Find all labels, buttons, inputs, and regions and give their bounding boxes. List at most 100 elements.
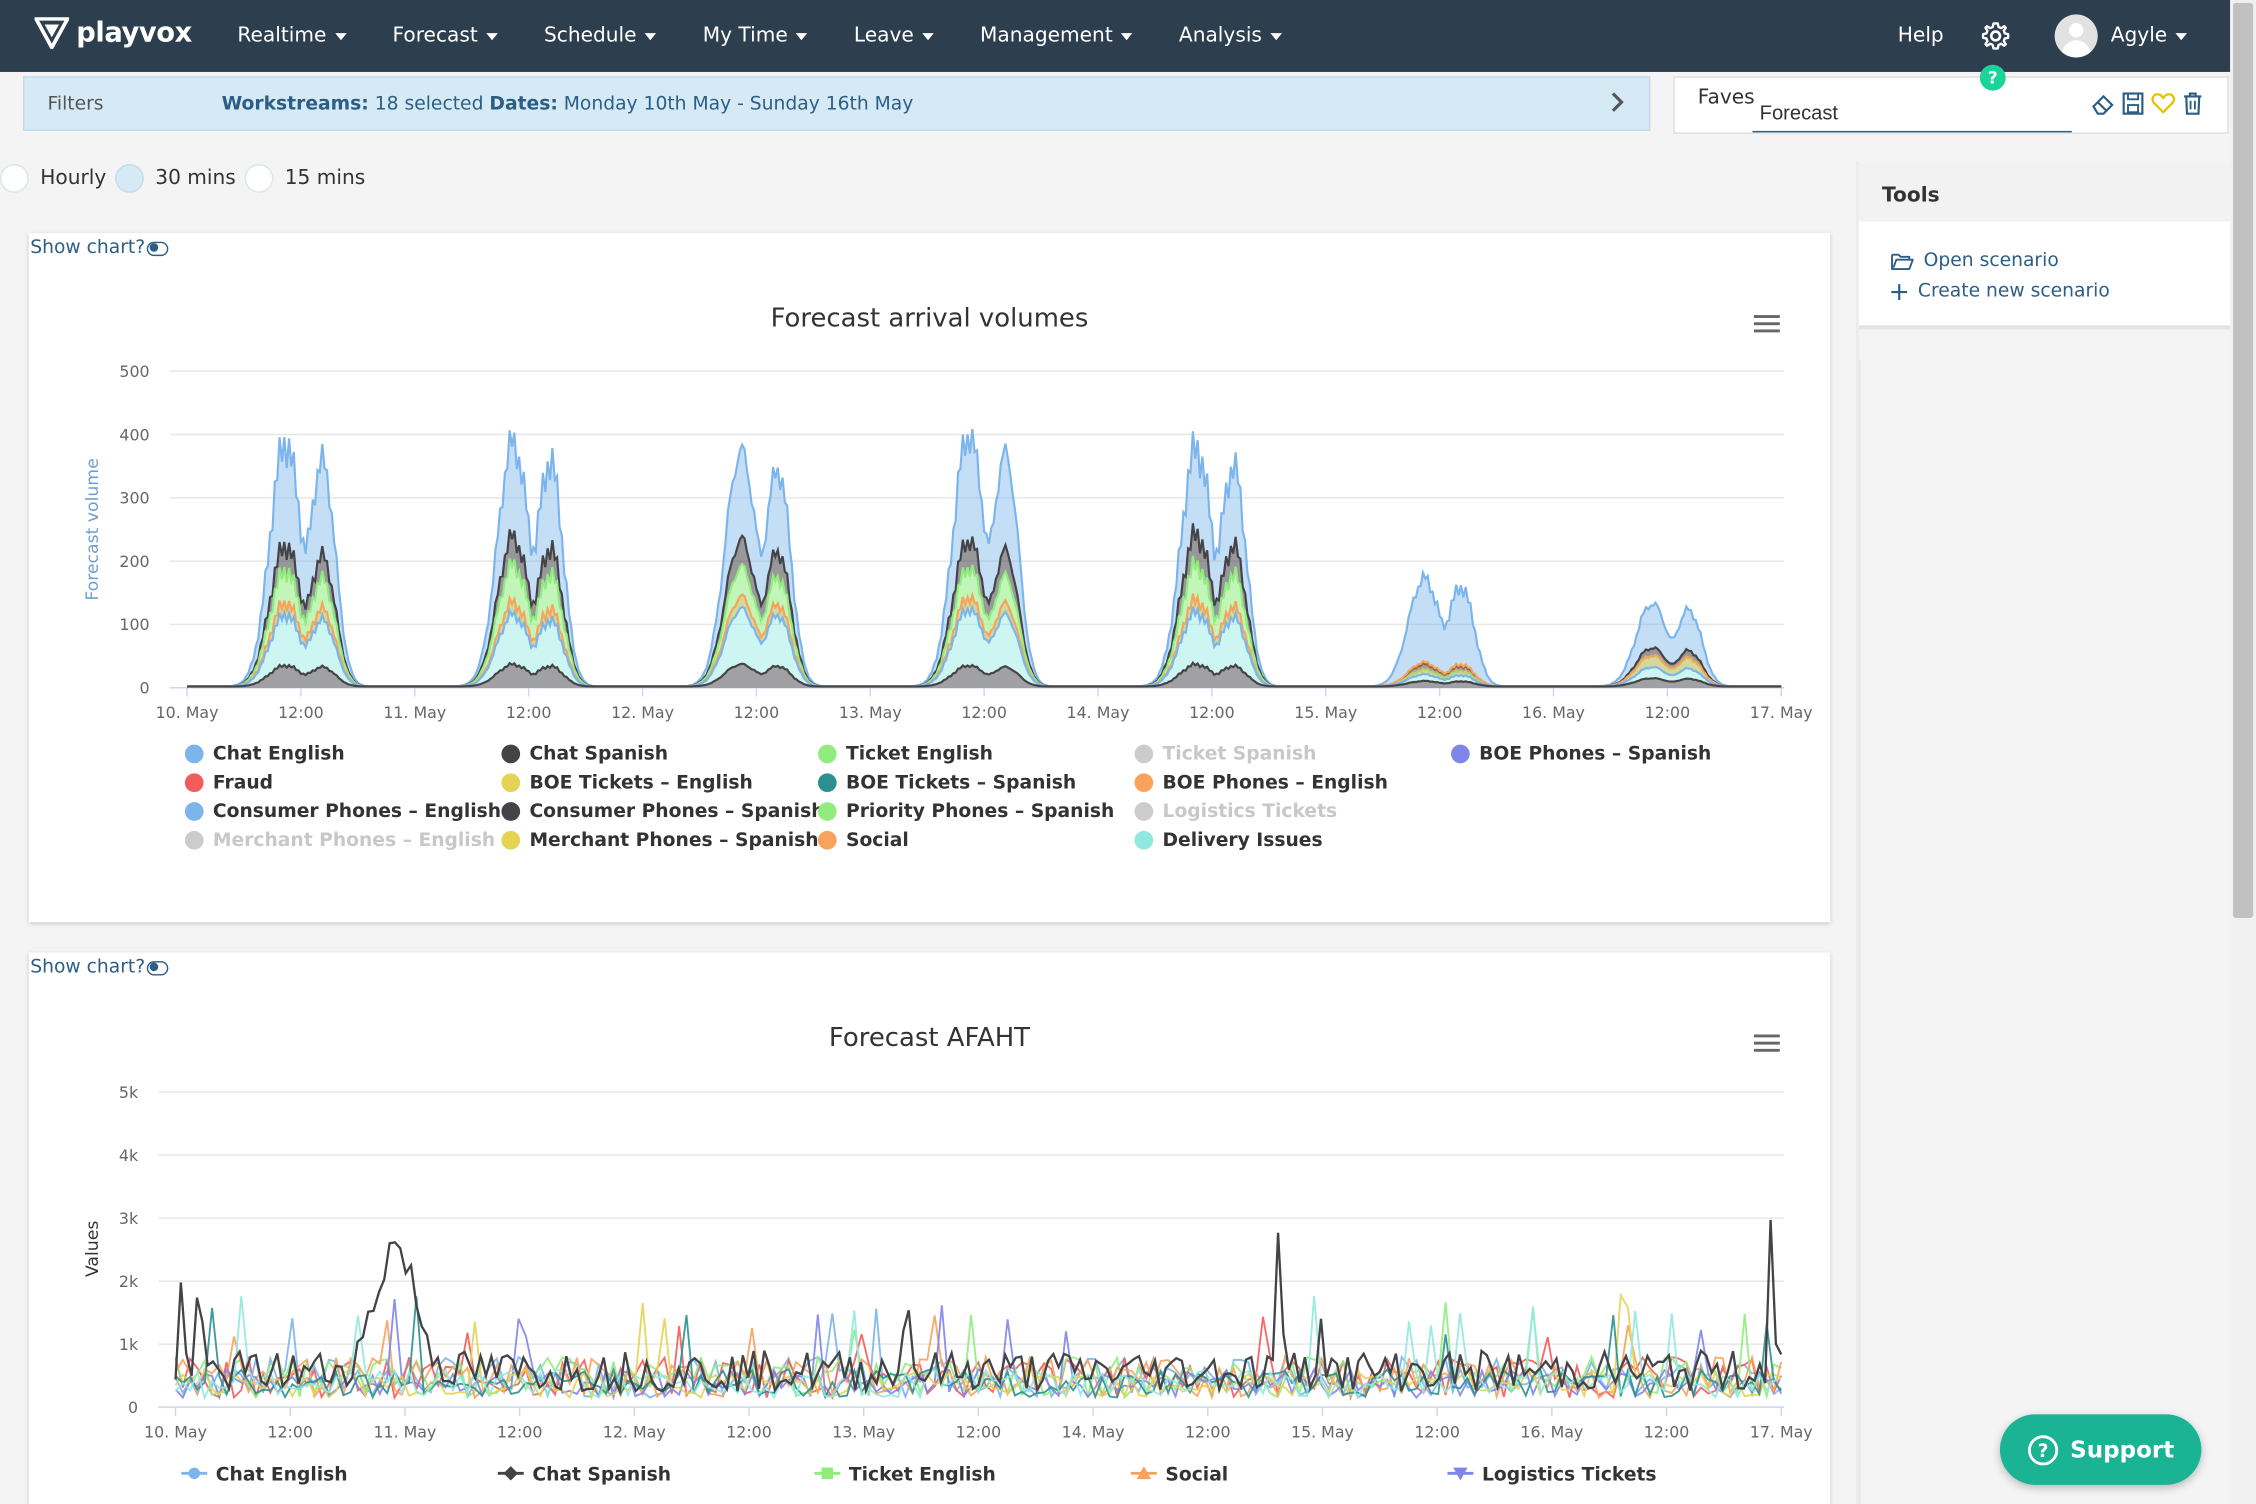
legend-item[interactable]: Chat Spanish — [501, 744, 668, 765]
legend-item[interactable]: Merchant Phones – Spanish — [501, 830, 819, 851]
menu-forecast[interactable]: Forecast — [393, 24, 498, 47]
main-menu: Realtime Forecast Schedule My Time Leave… — [237, 0, 1328, 72]
menu-realtime-label: Realtime — [237, 24, 327, 48]
legend-item[interactable]: Fraud — [184, 772, 273, 793]
legend-item[interactable]: Logistics Tickets — [1447, 1465, 1657, 1486]
legend-item[interactable]: Social — [817, 830, 909, 851]
x-tick-label: 11. May — [383, 703, 446, 722]
brand-name: playvox — [76, 17, 192, 49]
y-tick-label: 100 — [119, 615, 149, 634]
legend-item[interactable]: Logistics Tickets — [1134, 801, 1337, 822]
x-tick-label: 15. May — [1294, 703, 1357, 722]
brand-logo[interactable]: playvox — [34, 17, 192, 49]
x-tick-label: 12:00 — [726, 1422, 772, 1441]
legend-item[interactable]: Ticket English — [814, 1465, 996, 1486]
x-tick-label: 12:00 — [1644, 1422, 1690, 1441]
legend-item[interactable]: Delivery Issues — [1134, 830, 1323, 851]
x-tick-label: 12:00 — [1645, 703, 1691, 722]
create-new-scenario-label: Create new scenario — [1917, 280, 2110, 303]
legend-dot — [501, 830, 521, 850]
legend-item[interactable]: Consumer Phones – English — [184, 801, 501, 822]
legend-item[interactable]: Ticket Spanish — [1134, 744, 1316, 765]
trash-icon[interactable] — [2183, 92, 2203, 121]
legend-label: Priority Phones – Spanish — [846, 801, 1114, 822]
legend-label: Chat English — [213, 744, 345, 765]
workstreams-value: 18 selected — [374, 93, 484, 116]
playvox-logo-icon — [34, 17, 70, 49]
legend-item[interactable]: BOE Phones – English — [1134, 772, 1388, 793]
legend-item[interactable]: Ticket English — [817, 744, 993, 765]
menu-management-label: Management — [980, 24, 1113, 48]
page-scrollbar-thumb[interactable] — [2233, 2, 2254, 918]
legend-item[interactable]: Chat Spanish — [497, 1465, 671, 1486]
radio-30-mins[interactable] — [114, 164, 144, 193]
menu-realtime[interactable]: Realtime — [237, 24, 347, 48]
legend-label: Merchant Phones – English — [213, 830, 495, 851]
x-tick-label: 10. May — [144, 1422, 207, 1441]
menu-schedule-label: Schedule — [543, 24, 637, 48]
legend-item[interactable]: Consumer Phones – Spanish — [501, 801, 825, 822]
toggle-icon[interactable] — [146, 960, 169, 975]
legend-item[interactable]: Chat English — [184, 744, 345, 765]
radio-hourly[interactable] — [0, 164, 29, 193]
legend-label: Delivery Issues — [1163, 830, 1323, 851]
menu-leave[interactable]: Leave — [854, 24, 934, 47]
y-tick-label: 4k — [119, 1146, 139, 1165]
menu-leave-label: Leave — [853, 24, 914, 48]
menu-analysis[interactable]: Analysis — [1178, 24, 1283, 48]
question-circle-icon: ? — [2027, 1434, 2058, 1465]
x-tick-label: 12:00 — [278, 703, 324, 722]
caret-down-icon — [1270, 32, 1283, 40]
x-tick-label: 17. May — [1750, 1422, 1813, 1441]
tools-title: Tools — [1858, 164, 2231, 222]
help-link[interactable]: Help — [1898, 24, 1944, 47]
support-button[interactable]: ? Support — [1999, 1414, 2202, 1485]
legend-item[interactable]: Priority Phones – Spanish — [817, 801, 1114, 822]
toggle-icon[interactable] — [146, 240, 169, 256]
legend-item[interactable]: Chat English — [181, 1465, 348, 1486]
radio-15-mins[interactable] — [244, 164, 274, 193]
user-menu[interactable]: Agyle — [2111, 24, 2188, 47]
dates-value: Monday 10th May - Sunday 16th May — [563, 93, 914, 116]
legend-item[interactable]: Merchant Phones – English — [184, 830, 495, 851]
eraser-icon[interactable] — [2091, 92, 2117, 121]
menu-my-time-label: My Time — [702, 24, 788, 48]
y-tick-label: 1k — [119, 1335, 139, 1354]
legend-item[interactable]: BOE Tickets – Spanish — [817, 772, 1076, 793]
save-icon[interactable] — [2122, 92, 2144, 121]
menu-management[interactable]: Management — [980, 24, 1133, 47]
legend-dot — [501, 773, 521, 793]
filters-bar[interactable]: Filters Workstreams: 18 selected Dates: … — [23, 76, 1651, 131]
chevron-right-icon[interactable] — [1607, 91, 1627, 120]
create-new-scenario-link[interactable]: Create new scenario — [1891, 280, 2110, 303]
open-scenario-label: Open scenario — [1923, 250, 2059, 272]
open-scenario-link[interactable]: Open scenario — [1891, 250, 2059, 272]
legend-dot — [1451, 744, 1470, 764]
legend-dot — [817, 802, 837, 821]
legend-item[interactable]: BOE Tickets – English — [501, 772, 753, 793]
menu-schedule[interactable]: Schedule — [544, 24, 657, 47]
menu-analysis-label: Analysis — [1178, 24, 1262, 48]
settings-gear-icon[interactable] — [1980, 20, 2012, 57]
user-avatar[interactable] — [2054, 14, 2098, 58]
x-tick-label: 14. May — [1067, 703, 1130, 722]
x-tick-label: 12. May — [603, 1422, 666, 1441]
legend-dot — [501, 744, 521, 764]
caret-down-icon — [796, 32, 808, 40]
folder-open-icon — [1891, 253, 1914, 270]
legend-dot — [1134, 830, 1154, 850]
y-tick-label: 400 — [119, 425, 149, 444]
x-tick-label: 11. May — [373, 1422, 436, 1441]
help-badge[interactable]: ? — [1979, 64, 2006, 91]
show-chart-toggle-1[interactable]: Show chart? — [30, 237, 169, 259]
legend-item[interactable]: Social — [1130, 1465, 1228, 1486]
show-chart-toggle-2[interactable]: Show chart? — [30, 957, 169, 978]
legend-item[interactable]: BOE Phones – Spanish — [1451, 744, 1711, 765]
faves-label: Faves — [1697, 86, 1755, 110]
heart-icon[interactable] — [2151, 92, 2176, 121]
faves-input[interactable] — [1752, 92, 2072, 133]
x-tick-label: 17. May — [1750, 703, 1813, 722]
legend-label: BOE Phones – Spanish — [1479, 744, 1711, 765]
menu-my-time[interactable]: My Time — [703, 24, 808, 47]
legend-label: Fraud — [213, 772, 273, 793]
